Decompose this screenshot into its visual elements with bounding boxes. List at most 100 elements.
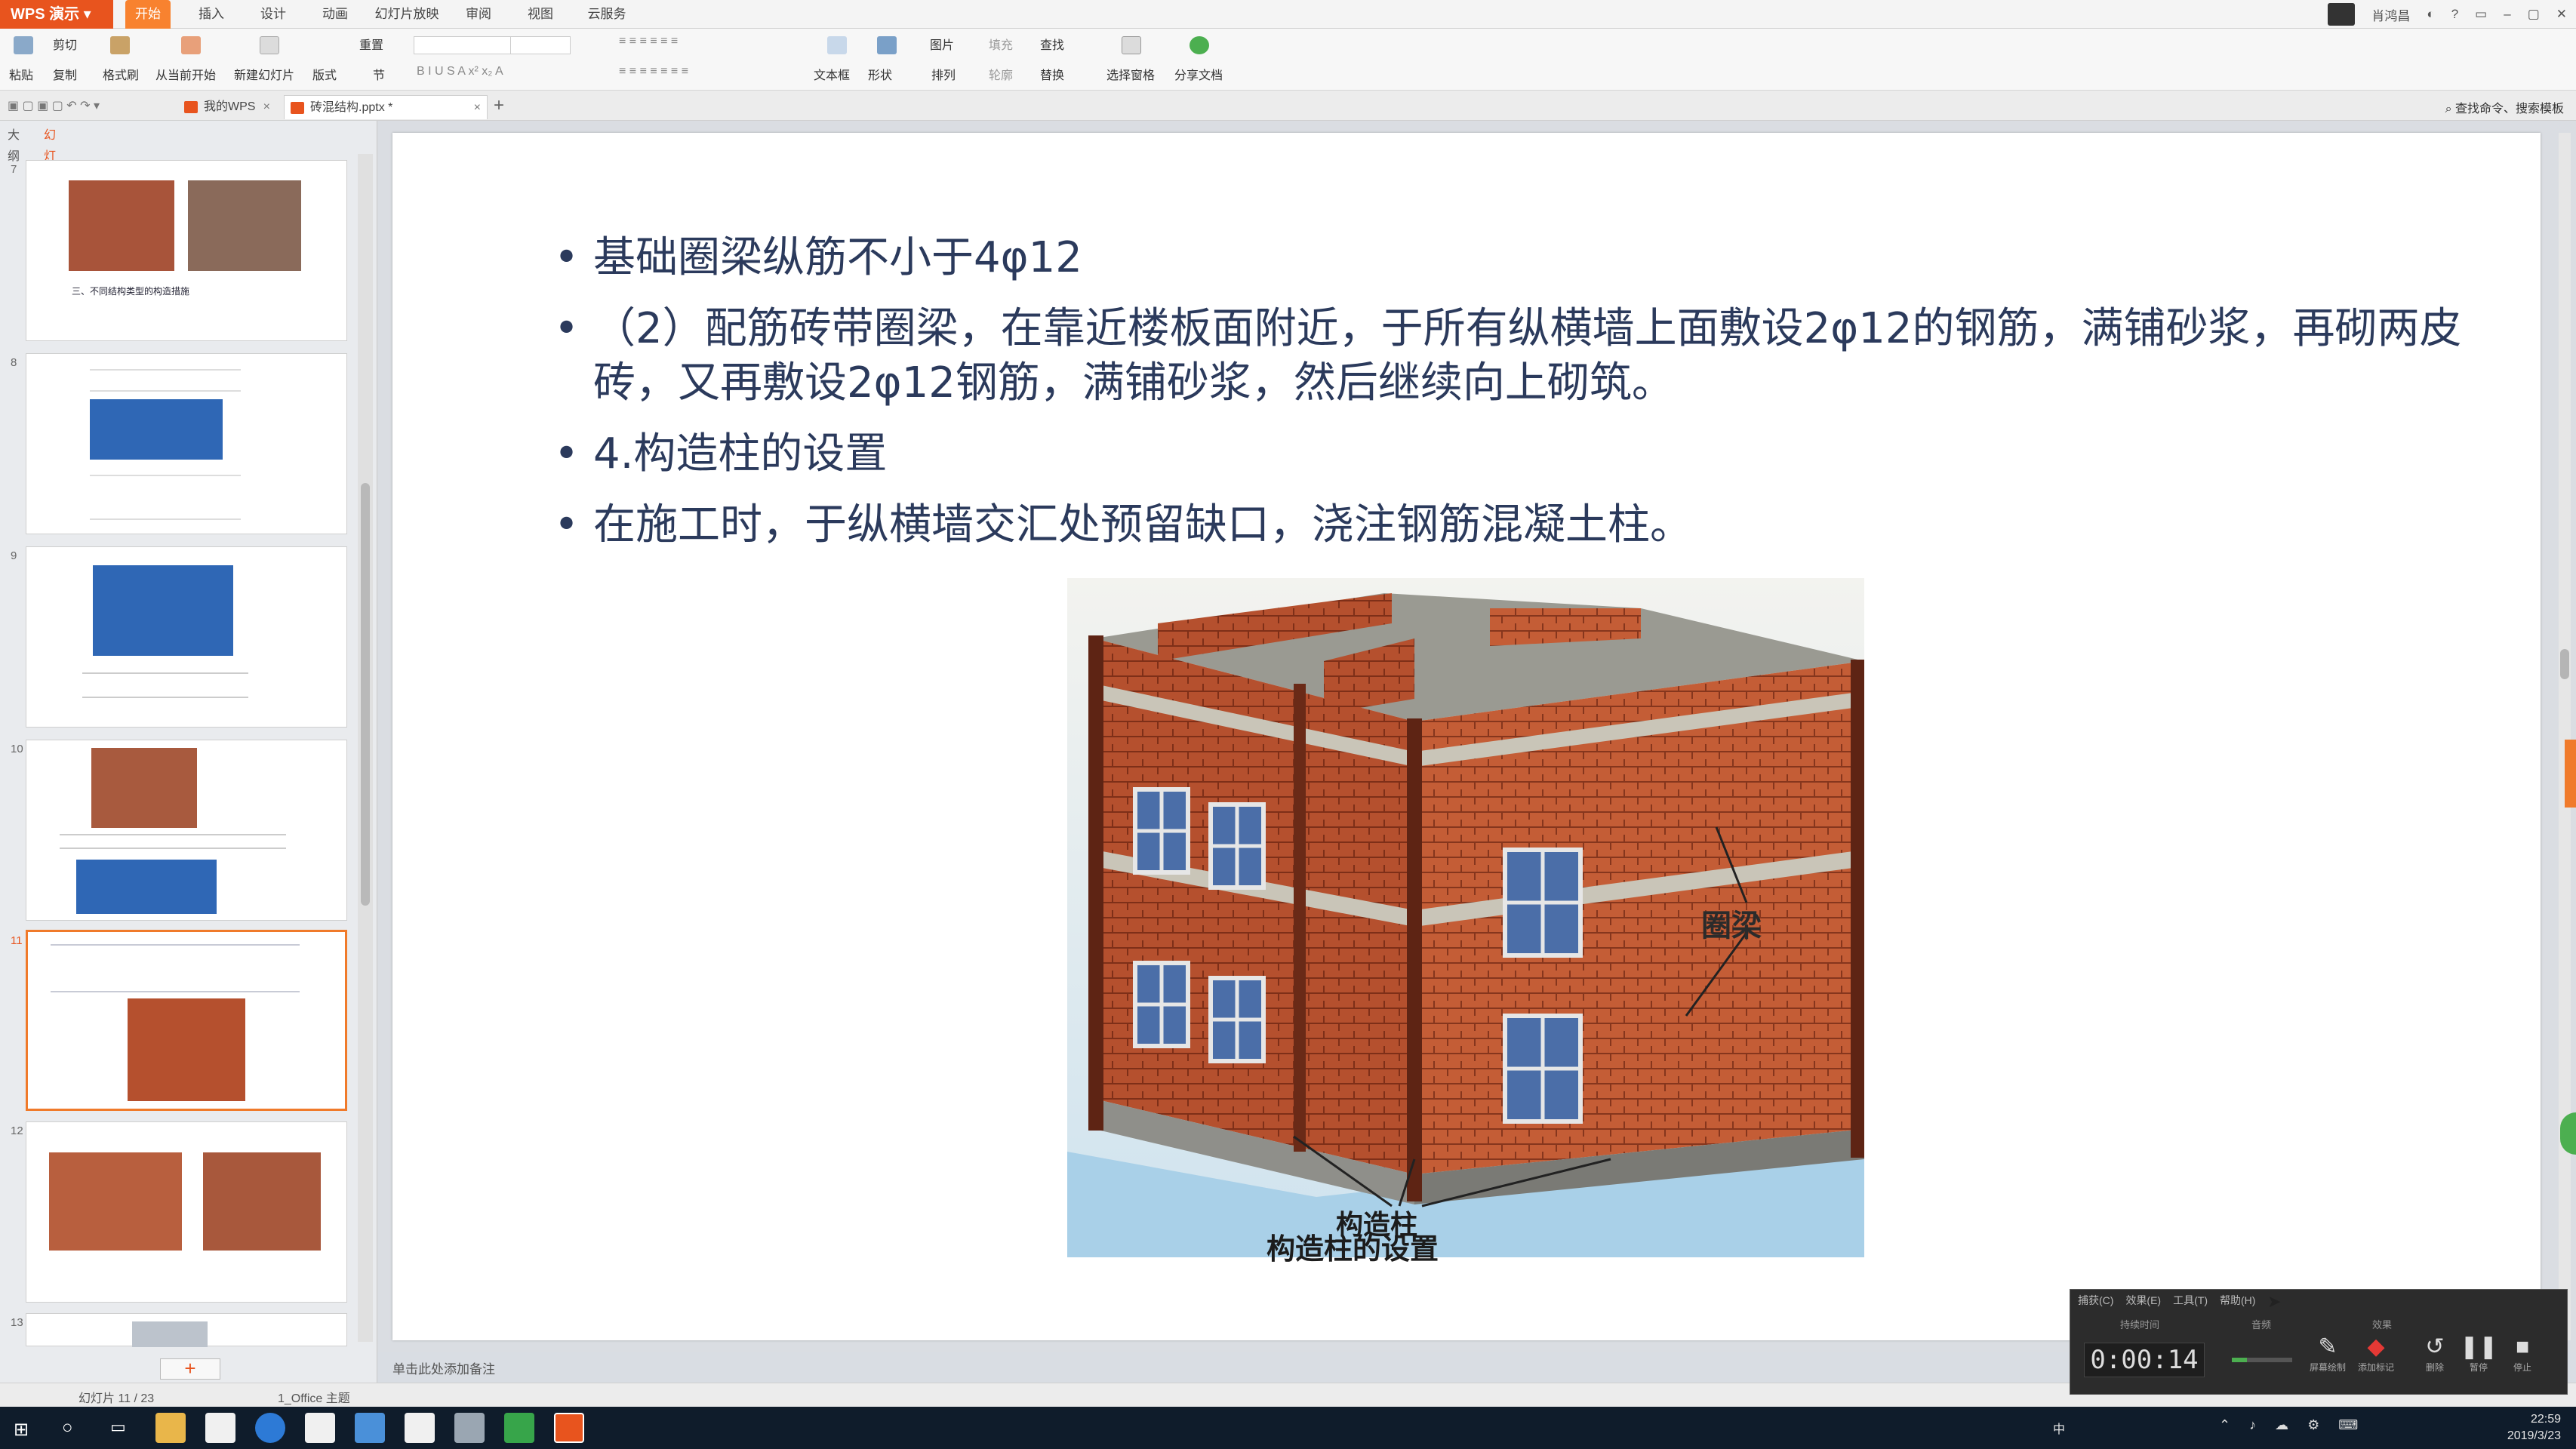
slide-thumbnail-active[interactable]	[26, 930, 347, 1111]
share-doc-button[interactable]: 分享文档	[1174, 65, 1223, 83]
section-button[interactable]: 节	[373, 65, 385, 83]
close-icon[interactable]: ×	[474, 96, 481, 120]
tab-view[interactable]: 视图	[519, 0, 562, 29]
list-buttons[interactable]: ≡ ≡ ≡ ≡ ≡ ≡	[619, 35, 678, 48]
from-current-button[interactable]: 从当前开始	[155, 65, 216, 83]
slide-thumbnail[interactable]	[26, 1121, 347, 1303]
delete-button[interactable]: ↺ 删除	[2416, 1334, 2454, 1374]
play-from-current-icon[interactable]	[181, 36, 201, 54]
slide-thumbnail[interactable]	[26, 740, 347, 921]
screen-draw-button[interactable]: ✎ 屏幕绘制	[2309, 1334, 2347, 1374]
find-button[interactable]: 查找	[1040, 35, 1064, 53]
tab-animation[interactable]: 动画	[314, 0, 356, 29]
canvas-scrollbar[interactable]	[2559, 133, 2571, 1340]
ime-indicator[interactable]: 中	[2053, 1419, 2065, 1437]
paste-button[interactable]: 粘贴	[9, 65, 33, 83]
minimize-icon[interactable]: –	[2504, 7, 2510, 22]
font-size-field[interactable]	[510, 36, 571, 54]
canvas-scroll-thumb[interactable]	[2560, 649, 2569, 679]
slide-thumbnail[interactable]	[26, 546, 347, 728]
tab-insert[interactable]: 插入	[190, 0, 232, 29]
app-icon[interactable]	[355, 1413, 385, 1443]
task-view-icon[interactable]: ▭	[110, 1417, 126, 1437]
tab-cloud[interactable]: 云服务	[581, 0, 632, 29]
textbox-icon[interactable]	[827, 36, 847, 54]
select-pane-button[interactable]: 选择窗格	[1106, 65, 1155, 83]
tab-slideshow[interactable]: 幻灯片放映	[373, 0, 441, 29]
format-painter-button[interactable]: 格式刷	[103, 65, 139, 83]
brush-icon[interactable]	[110, 36, 130, 54]
clock[interactable]: 22:59 2019/3/23	[2507, 1411, 2561, 1444]
notes-placeholder[interactable]: 单击此处添加备注	[392, 1358, 495, 1377]
ribbon-toggle-icon[interactable]: ▭	[2475, 7, 2487, 22]
recorder-menu-tools[interactable]: 工具(T)	[2173, 1293, 2208, 1308]
app-icon[interactable]	[454, 1413, 485, 1443]
slide[interactable]: 基础圈梁纵筋不小于4φ12 （2）配筋砖带圈梁，在靠近楼板面附近，于所有纵横墙上…	[392, 133, 2541, 1340]
tab-home[interactable]: 开始	[125, 0, 171, 29]
close-icon[interactable]: ×	[263, 95, 270, 119]
search-command-field[interactable]: ⌕ 查找命令、搜索模板	[2445, 98, 2564, 116]
camtasia-icon[interactable]	[504, 1413, 534, 1443]
share-icon[interactable]	[1190, 36, 1209, 54]
fill-button[interactable]: 填充	[989, 35, 1013, 53]
slide-thumbnail[interactable]: 三、不同结构类型的构造措施	[26, 160, 347, 341]
document-icon[interactable]	[205, 1413, 235, 1443]
add-slide-button[interactable]: +	[160, 1358, 220, 1380]
replace-button[interactable]: 替换	[1040, 65, 1064, 83]
textbox-button[interactable]: 文本框	[814, 65, 850, 83]
document-icon[interactable]	[305, 1413, 335, 1443]
shape-icon[interactable]	[877, 36, 897, 54]
close-icon[interactable]: ✕	[2556, 7, 2567, 22]
bullet-item[interactable]: 在施工时，于纵横墙交汇处预留缺口，浇注钢筋混凝土柱。	[554, 498, 2486, 552]
file-explorer-icon[interactable]	[155, 1413, 186, 1443]
help-icon[interactable]: ?	[2451, 7, 2458, 22]
select-pane-icon[interactable]	[1122, 36, 1141, 54]
align-buttons[interactable]: ≡ ≡ ≡ ≡ ≡ ≡ ≡	[619, 65, 688, 78]
shape-button[interactable]: 形状	[868, 65, 892, 83]
outline-button[interactable]: 轮廓	[989, 65, 1013, 83]
recorder-menu-effects[interactable]: 效果(E)	[2125, 1293, 2161, 1308]
stop-button[interactable]: ■ 停止	[2504, 1334, 2541, 1374]
new-slide-icon[interactable]	[260, 36, 279, 54]
recorder-menu-capture[interactable]: 捕获(C)	[2078, 1293, 2113, 1308]
font-style-buttons[interactable]: B I U S A x² x₂ A	[417, 65, 503, 78]
document-icon[interactable]	[405, 1413, 435, 1443]
new-tab-icon[interactable]: +	[494, 95, 504, 116]
thumbnail-scroll-thumb[interactable]	[361, 483, 370, 906]
wps-presentation-icon[interactable]	[554, 1413, 584, 1443]
audio-level-slider[interactable]	[2232, 1358, 2292, 1362]
reset-button[interactable]: 重置	[359, 35, 383, 53]
tab-document[interactable]: 砖混结构.pptx * ×	[284, 95, 488, 119]
skin-icon[interactable]: ◐	[2427, 7, 2434, 22]
user-name[interactable]: 肖鸿昌	[2371, 5, 2410, 24]
app-menu-button[interactable]: WPS 演示 ▾	[0, 0, 113, 29]
windows-start-icon[interactable]: ⊞	[14, 1419, 29, 1441]
arrange-button[interactable]: 排列	[931, 65, 956, 83]
tab-slides[interactable]: 幻灯片	[44, 125, 56, 184]
paste-icon[interactable]	[14, 36, 33, 54]
building-image[interactable]: 圈梁 构造柱 构造柱的设置	[1067, 578, 1864, 1266]
cut-button[interactable]: 剪切	[53, 35, 77, 53]
layout-button[interactable]: 版式	[312, 65, 337, 83]
copy-button[interactable]: 复制	[53, 65, 77, 83]
slide-thumbnail[interactable]	[26, 353, 347, 534]
add-marker-button[interactable]: ◆ 添加标记	[2357, 1334, 2395, 1374]
tab-my-wps[interactable]: 我的WPS ×	[178, 95, 276, 119]
side-panel-handle[interactable]	[2565, 740, 2576, 808]
tab-review[interactable]: 审阅	[457, 0, 500, 29]
search-icon[interactable]: ○	[62, 1417, 73, 1438]
slide-thumbnail[interactable]	[26, 1313, 347, 1347]
recorder-menu-help[interactable]: 帮助(H)	[2220, 1293, 2255, 1308]
bullet-item[interactable]: 基础圈梁纵筋不小于4φ12	[554, 231, 2486, 285]
avatar[interactable]	[2328, 3, 2356, 26]
tab-design[interactable]: 设计	[252, 0, 294, 29]
pause-button[interactable]: ❚❚ 暂停	[2460, 1334, 2498, 1374]
bullet-item[interactable]: （2）配筋砖带圈梁，在靠近楼板面附近，于所有纵横墙上面敷设2φ12的钢筋，满铺砂…	[554, 302, 2486, 411]
new-slide-button[interactable]: 新建幻灯片	[234, 65, 294, 83]
maximize-icon[interactable]: ▢	[2528, 7, 2540, 22]
tab-outline[interactable]: 大纲	[8, 125, 20, 163]
system-tray-icons[interactable]: ⌃ ♪ ☁ ⚙ ⌨	[2219, 1417, 2365, 1433]
browser-icon[interactable]	[255, 1413, 285, 1443]
quick-access-toolbar[interactable]: ▣ ▢ ▣ ▢ ↶ ↷ ▾	[8, 98, 100, 113]
picture-button[interactable]: 图片	[930, 35, 954, 53]
